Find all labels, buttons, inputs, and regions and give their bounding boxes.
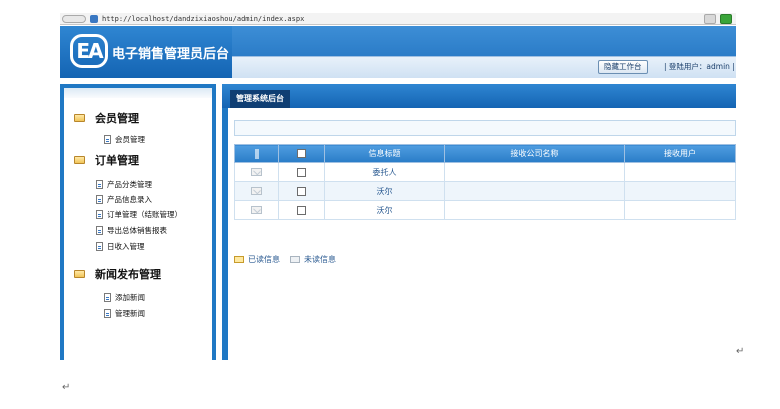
sidebar-group-member[interactable]: 会员管理 [74, 110, 139, 126]
sidebar-item-product-category[interactable]: 产品分类管理 [96, 179, 152, 190]
folder-open-icon [74, 114, 85, 122]
sidebar-item-label: 会员管理 [115, 135, 145, 144]
paragraph-return-mark: ↵ [736, 346, 745, 357]
main-tabbar: 管理系统后台 [222, 84, 736, 108]
message-status-cell [234, 181, 279, 201]
sidebar-item-member-management[interactable]: 会员管理 [104, 134, 145, 145]
row-select-cell [278, 200, 325, 220]
row-select-cell [278, 181, 325, 201]
table-header-row: 信息标题 接收公司名称 接收用户 [234, 144, 736, 163]
main-body: 信息标题 接收公司名称 接收用户 委托人 沃尔 沃尔 已读信息 未读信息 [222, 108, 736, 360]
sidebar-group-label: 新闻发布管理 [95, 268, 161, 281]
message-table: 信息标题 接收公司名称 接收用户 委托人 沃尔 沃尔 [234, 144, 736, 220]
refresh-go-icon[interactable] [720, 14, 732, 24]
mail-unread-icon [251, 168, 262, 176]
message-title-cell[interactable]: 沃尔 [324, 181, 445, 201]
sidebar-item-label: 日收入管理 [107, 242, 145, 251]
column-company-header[interactable]: 接收公司名称 [444, 144, 625, 163]
sidebar: 会员管理 会员管理 订单管理 产品分类管理 产品信息录入 订单管理（结账管理） … [60, 84, 216, 360]
row-checkbox[interactable] [297, 167, 306, 177]
user-cell [624, 181, 736, 201]
sidebar-group-order[interactable]: 订单管理 [74, 152, 139, 168]
sidebar-menu: 会员管理 会员管理 订单管理 产品分类管理 产品信息录入 订单管理（结账管理） … [64, 98, 212, 360]
row-checkbox[interactable] [297, 186, 306, 196]
table-row[interactable]: 沃尔 [234, 200, 736, 220]
sidebar-item-label: 订单管理（结账管理） [107, 210, 182, 219]
page-favicon-icon [90, 15, 98, 23]
legend-unread-label: 未读信息 [304, 255, 336, 264]
sidebar-group-label: 订单管理 [95, 154, 139, 167]
address-url[interactable]: http://localhost/dаndzixiaoshou/admin/in… [102, 13, 304, 25]
app-header: EA 电子销售管理员后台 隐藏工作台 | 登陆用户：admin | [60, 26, 736, 78]
row-select-cell [278, 162, 325, 182]
sidebar-item-label: 管理新闻 [115, 309, 145, 318]
login-user-info: | 登陆用户：admin | [664, 62, 735, 71]
document-icon [104, 309, 111, 318]
sidebar-item-label: 添加新闻 [115, 293, 145, 302]
document-icon [104, 293, 111, 302]
sidebar-item-label: 导出总体销售报表 [107, 226, 167, 235]
mail-read-icon [234, 256, 244, 263]
document-icon [96, 210, 103, 219]
back-button[interactable] [62, 15, 86, 23]
sidebar-item-label: 产品分类管理 [107, 180, 152, 189]
column-title-header[interactable]: 信息标题 [324, 144, 445, 163]
tab-admin-backend[interactable]: 管理系统后台 [230, 90, 290, 108]
mail-unread-icon [251, 187, 262, 195]
message-title-cell[interactable]: 委托人 [324, 162, 445, 182]
document-icon [96, 195, 103, 204]
header-toolbar: 隐藏工作台 | 登陆用户：admin | [232, 56, 736, 78]
row-checkbox[interactable] [297, 205, 306, 215]
compatibility-view-icon[interactable] [704, 14, 716, 24]
sidebar-item-manage-news[interactable]: 管理新闻 [104, 308, 145, 319]
folder-open-icon [74, 270, 85, 278]
sidebar-group-label: 会员管理 [95, 112, 139, 125]
sidebar-item-label: 产品信息录入 [107, 195, 152, 204]
sidebar-item-product-entry[interactable]: 产品信息录入 [96, 194, 152, 205]
document-icon [96, 242, 103, 251]
sidebar-group-news[interactable]: 新闻发布管理 [74, 266, 161, 282]
document-icon [96, 226, 103, 235]
table-row[interactable]: 委托人 [234, 162, 736, 182]
column-user-header[interactable]: 接收用户 [624, 144, 736, 163]
column-select-header [278, 144, 325, 163]
select-all-checkbox[interactable] [297, 149, 306, 158]
message-legend: 已读信息 未读信息 [234, 254, 336, 265]
company-cell [444, 181, 625, 201]
sidebar-item-export-sales-report[interactable]: 导出总体销售报表 [96, 225, 167, 236]
status-column-icon [254, 148, 259, 159]
paragraph-return-mark: ↵ [62, 382, 71, 393]
company-cell [444, 162, 625, 182]
folder-open-icon [74, 156, 85, 164]
filter-bar [234, 120, 736, 136]
app-title: 电子销售管理员后台 [112, 47, 230, 62]
logo-mark-icon: EA [70, 34, 108, 68]
column-status-header [234, 144, 279, 163]
mail-unread-legend-icon [290, 256, 300, 263]
hide-workbench-button[interactable]: 隐藏工作台 [598, 60, 648, 74]
message-status-cell [234, 162, 279, 182]
table-row[interactable]: 沃尔 [234, 181, 736, 201]
message-title-cell[interactable]: 沃尔 [324, 200, 445, 220]
document-icon [104, 135, 111, 144]
main-panel: 管理系统后台 信息标题 接收公司名称 接收用户 委托人 沃尔 沃尔 已读信息 未… [222, 84, 736, 360]
document-icon [96, 180, 103, 189]
message-status-cell [234, 200, 279, 220]
user-cell [624, 200, 736, 220]
sidebar-item-order-management[interactable]: 订单管理（结账管理） [96, 209, 182, 220]
legend-read-label: 已读信息 [248, 255, 280, 264]
browser-address-bar: http://localhost/dаndzixiaoshou/admin/in… [60, 13, 736, 25]
mail-unread-icon [251, 206, 262, 214]
sidebar-item-add-news[interactable]: 添加新闻 [104, 292, 145, 303]
company-cell [444, 200, 625, 220]
user-cell [624, 162, 736, 182]
logo-area: EA 电子销售管理员后台 [60, 26, 232, 78]
sidebar-item-daily-income[interactable]: 日收入管理 [96, 241, 145, 252]
